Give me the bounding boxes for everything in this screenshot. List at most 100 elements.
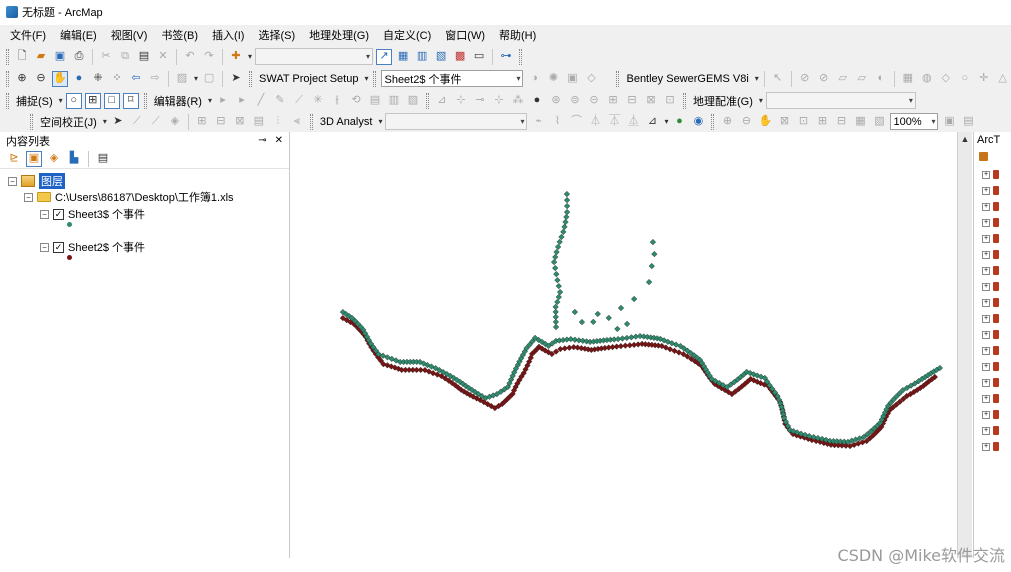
collapse-icon[interactable]: − xyxy=(40,242,49,252)
menu-insert[interactable]: 插入(I) xyxy=(210,26,246,44)
print-icon[interactable]: ⎙ xyxy=(71,49,87,65)
chevron-down-icon[interactable]: ▾ xyxy=(759,96,763,105)
toolbox-item[interactable]: + xyxy=(982,170,999,179)
3d-tool-icon[interactable]: ⌁ xyxy=(530,114,546,130)
toolbar-grip[interactable] xyxy=(249,70,253,87)
toolbar-grip[interactable] xyxy=(373,70,377,87)
vertex-snapping-icon[interactable]: □ xyxy=(103,92,120,109)
new-displacement-link-icon[interactable]: ⟋ xyxy=(129,114,145,130)
3d-tool-icon[interactable]: ⌒ xyxy=(568,114,584,130)
topology-tool-icon[interactable]: ⊹ xyxy=(491,93,507,109)
menu-edit[interactable]: 编辑(E) xyxy=(58,26,99,44)
sheet3-point[interactable] xyxy=(590,318,597,325)
spatial-adjustment-menu[interactable]: 空间校正(J) xyxy=(38,114,99,130)
layout-tool-icon[interactable]: ⊠ xyxy=(776,114,792,130)
toolbox-item[interactable]: + xyxy=(982,426,999,435)
forward-extent-icon[interactable]: ⇨ xyxy=(147,71,163,87)
clear-selection-icon[interactable]: ▢ xyxy=(201,71,217,87)
sheet3-point[interactable] xyxy=(556,238,563,246)
sewergems-tool-icon[interactable]: ✛ xyxy=(976,71,992,87)
toolbar-grip[interactable] xyxy=(616,70,620,87)
toolbar-grip[interactable] xyxy=(6,92,9,109)
editor-toolbar-icon[interactable]: ↗ xyxy=(376,48,393,65)
toolbar-grip[interactable] xyxy=(425,92,429,109)
toolbar-grip[interactable] xyxy=(30,113,33,130)
sheet3-point[interactable] xyxy=(563,208,571,216)
layout-tool-icon[interactable]: ▧ xyxy=(871,114,887,130)
save-icon[interactable]: ▣ xyxy=(52,49,68,65)
toolbox-item[interactable]: + xyxy=(982,394,999,403)
adjust-tool-icon[interactable]: ⊠ xyxy=(232,114,248,130)
sheet3-point[interactable] xyxy=(554,243,562,251)
sheet3-point[interactable] xyxy=(563,196,571,204)
sewergems-tool-icon[interactable]: △ xyxy=(995,71,1011,87)
sheet3-point[interactable] xyxy=(614,325,621,333)
toolbar-grip[interactable] xyxy=(519,48,523,65)
sheet3-point[interactable] xyxy=(649,238,657,246)
sheet3-point[interactable] xyxy=(555,293,562,301)
layer-select-combo[interactable]: Sheet2$ 个事件 ▾ xyxy=(381,70,524,87)
sheet3-point[interactable] xyxy=(623,320,631,328)
layers-root-label[interactable]: 图层 xyxy=(39,173,65,189)
toolbox-item[interactable]: + xyxy=(982,442,999,451)
menu-windows[interactable]: 窗口(W) xyxy=(443,26,487,44)
modify-link-icon[interactable]: ⟋ xyxy=(148,114,164,130)
toolbar-grip[interactable] xyxy=(309,113,313,130)
workspace-row[interactable]: − C:\Users\86187\Desktop\工作簿1.xls xyxy=(24,189,234,205)
layout-tool-icon[interactable]: ⊞ xyxy=(814,114,830,130)
layer-visibility-checkbox[interactable]: ✓ xyxy=(53,208,64,220)
menu-geoprocessing[interactable]: 地理处理(G) xyxy=(307,26,371,44)
toolbox-item[interactable]: + xyxy=(982,298,999,307)
arcscene-icon[interactable]: ● xyxy=(671,114,687,130)
sheet3-point[interactable] xyxy=(631,295,638,303)
expand-icon[interactable]: + xyxy=(982,410,990,419)
expand-icon[interactable]: + xyxy=(982,442,990,451)
expand-icon[interactable]: + xyxy=(982,346,990,355)
list-by-selection-icon[interactable]: ▙ xyxy=(66,151,82,167)
sheet3-point[interactable] xyxy=(553,248,560,256)
close-icon[interactable]: ✕ xyxy=(275,135,283,146)
expand-icon[interactable]: + xyxy=(982,394,990,403)
scroll-up-icon[interactable]: ▲ xyxy=(958,132,972,146)
sewergems-tool-icon[interactable]: ◇ xyxy=(938,71,954,87)
adjust-tool-icon[interactable]: ⊞ xyxy=(194,114,210,130)
point-symbol-icon[interactable] xyxy=(67,222,72,227)
list-by-drawing-order-icon[interactable]: ⊵ xyxy=(6,151,22,167)
legend-symbol-sheet3[interactable] xyxy=(67,222,72,227)
expand-icon[interactable]: + xyxy=(982,314,990,323)
diamond-icon[interactable]: ◇ xyxy=(583,71,599,87)
sewergems-tool-icon[interactable]: ⊘ xyxy=(797,71,813,87)
sewergems-tool-icon[interactable]: ⊘ xyxy=(816,71,832,87)
point-symbol-icon[interactable] xyxy=(67,255,72,260)
georef-layer-combo[interactable]: ▾ xyxy=(765,92,916,109)
select-elements-icon[interactable]: ➤ xyxy=(228,71,244,87)
fixed-zoom-in-icon[interactable]: ⁜ xyxy=(90,71,106,87)
sewergems-menu[interactable]: Bentley SewerGEMS V8i xyxy=(624,73,750,85)
chevron-down-icon[interactable]: ▾ xyxy=(664,117,668,126)
adjust-tool-icon[interactable]: ⫷ xyxy=(289,114,305,130)
multi-displacement-icon[interactable]: ◈ xyxy=(167,114,183,130)
map-canvas[interactable] xyxy=(291,132,957,558)
add-data-icon[interactable]: ✚ xyxy=(228,49,244,65)
expand-icon[interactable]: + xyxy=(982,298,990,307)
sheet3-point[interactable] xyxy=(563,190,571,198)
topology-tool-icon[interactable]: ⊿ xyxy=(434,93,450,109)
layers-root-row[interactable]: − 图层 xyxy=(8,173,65,189)
create-features-icon[interactable]: ▧ xyxy=(405,93,421,109)
end-snapping-icon[interactable]: ⊞ xyxy=(84,92,101,109)
fixed-zoom-out-icon[interactable]: ⁘ xyxy=(109,71,125,87)
toolbox-root[interactable] xyxy=(979,152,988,161)
3d-analyst-menu[interactable]: 3D Analyst xyxy=(318,116,375,128)
topology-tool-icon[interactable]: ⊝ xyxy=(586,93,602,109)
menu-view[interactable]: 视图(V) xyxy=(109,26,150,44)
select-elements-icon[interactable]: ➤ xyxy=(110,114,126,130)
sheet3-point[interactable] xyxy=(648,262,655,270)
toolbox-item[interactable]: + xyxy=(982,202,999,211)
sheet3-point[interactable] xyxy=(645,278,653,286)
map-vertical-scrollbar[interactable]: ▲ xyxy=(957,132,972,558)
toolbox-item[interactable]: + xyxy=(982,378,999,387)
snapping-menu[interactable]: 捕捉(S) xyxy=(14,93,55,109)
reshape-icon[interactable]: ⟋ xyxy=(291,93,307,109)
adjust-tool-icon[interactable]: ⊟ xyxy=(213,114,229,130)
sheet3-point[interactable] xyxy=(563,213,570,221)
